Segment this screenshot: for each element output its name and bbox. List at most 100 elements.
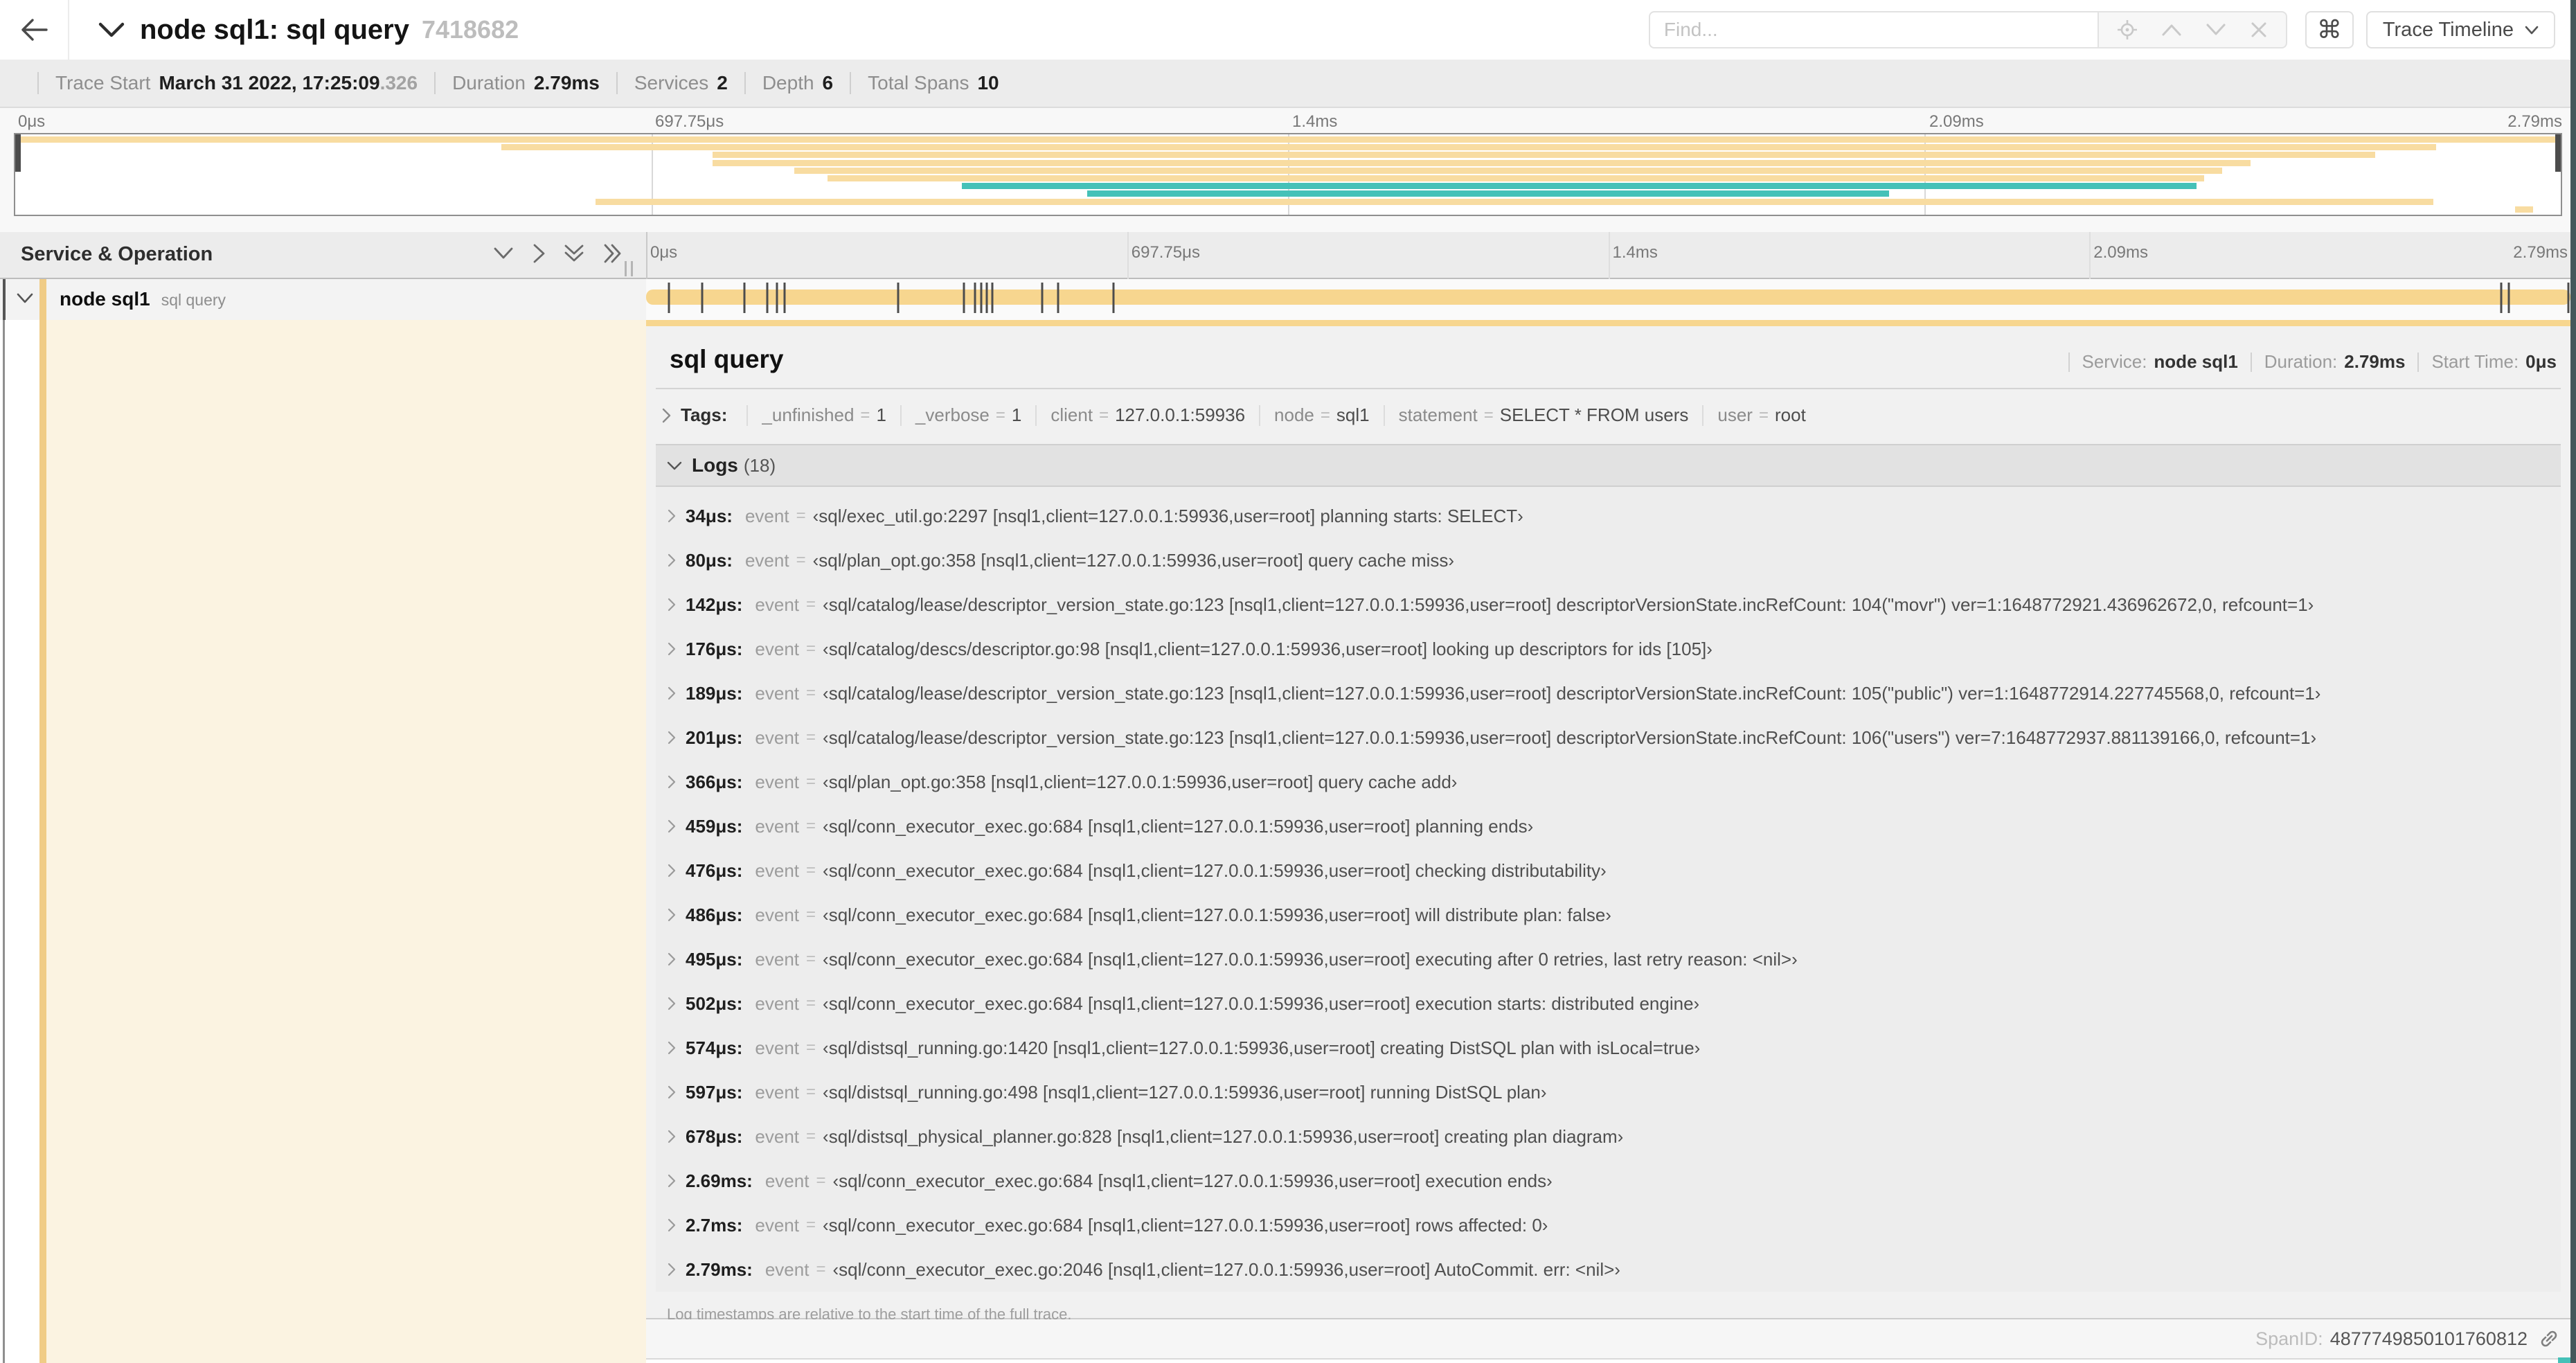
span-duration-bar[interactable]: [646, 289, 2570, 305]
minimap-span-bar: [1086, 190, 1889, 197]
summary-value: 10: [977, 72, 999, 93]
chevron-right-icon: [667, 731, 676, 745]
log-entry-row[interactable]: 2.79ms: event = ‹sql/conn_executor_exec.…: [656, 1247, 2561, 1292]
minimap-canvas[interactable]: [14, 133, 2562, 216]
prev-match-icon[interactable]: [2161, 23, 2182, 37]
tags-row[interactable]: Tags: _unfinished = 1 _verbose = 1 clien…: [656, 404, 2561, 426]
log-event-mark[interactable]: [985, 283, 988, 313]
log-event-mark[interactable]: [2507, 283, 2510, 313]
divider: [1702, 404, 1704, 426]
log-event-mark[interactable]: [1041, 283, 1044, 313]
minimap-time-labels: 0μs 697.75μs 1.4ms 2.09ms 2.79ms: [14, 112, 2562, 132]
trace-summary-item: Trace Start March 31 2022, 17:25:09 .326: [21, 72, 418, 94]
span-color-accent: [39, 320, 46, 1363]
log-event-mark[interactable]: [974, 283, 976, 313]
log-event-mark[interactable]: [2567, 283, 2570, 313]
equals-sign: =: [806, 1083, 816, 1101]
minimap-span-bar: [596, 198, 2434, 205]
log-field-value: ‹sql/catalog/lease/descriptor_version_st…: [823, 594, 2314, 615]
meta-item: Start Time: 0μs: [2405, 351, 2557, 373]
column-resize-grip[interactable]: [625, 261, 633, 276]
log-event-mark[interactable]: [743, 283, 746, 313]
log-timestamp: 176μs:: [686, 638, 743, 659]
log-entry-row[interactable]: 80μs: event = ‹sql/plan_opt.go:358 [nsql…: [656, 538, 2561, 582]
log-entry-row[interactable]: 2.69ms: event = ‹sql/conn_executor_exec.…: [656, 1159, 2561, 1203]
log-entry-row[interactable]: 486μs: event = ‹sql/conn_executor_exec.g…: [656, 893, 2561, 937]
log-entry-row[interactable]: 597μs: event = ‹sql/distsql_running.go:4…: [656, 1070, 2561, 1114]
meta-value: 2.79ms: [2344, 351, 2406, 372]
log-field-key: event: [755, 727, 800, 748]
log-entry-row[interactable]: 678μs: event = ‹sql/distsql_physical_pla…: [656, 1114, 2561, 1159]
log-event-mark[interactable]: [701, 283, 704, 313]
log-field-value: ‹sql/distsql_running.go:498 [nsql1,clien…: [823, 1081, 1547, 1103]
log-entry-row[interactable]: 476μs: event = ‹sql/conn_executor_exec.g…: [656, 848, 2561, 893]
divider: [900, 404, 902, 426]
span-id-row: SpanID: 4877749850101760812: [646, 1319, 2570, 1360]
log-entry-row[interactable]: 574μs: event = ‹sql/distsql_running.go:1…: [656, 1026, 2561, 1070]
log-field-value: ‹sql/catalog/lease/descriptor_version_st…: [823, 682, 2321, 704]
span-name-cell[interactable]: node sql1 sql query: [0, 279, 646, 320]
logs-header[interactable]: Logs (18): [656, 445, 2561, 487]
locate-icon[interactable]: [2117, 19, 2138, 40]
log-event-mark[interactable]: [991, 283, 994, 313]
log-event-mark[interactable]: [2500, 283, 2503, 313]
log-timestamp: 142μs:: [686, 594, 743, 615]
log-entry-row[interactable]: 502μs: event = ‹sql/conn_executor_exec.g…: [656, 981, 2561, 1026]
tag-value: sql1: [1336, 404, 1370, 425]
log-entry-row[interactable]: 366μs: event = ‹sql/plan_opt.go:358 [nsq…: [656, 760, 2561, 804]
expand-one-icon[interactable]: [532, 243, 546, 264]
collapse-one-icon[interactable]: [493, 247, 514, 260]
span-service-name: node sql1 sql query: [60, 288, 226, 310]
meta-value: node sql1: [2154, 351, 2238, 372]
span-bar-cell[interactable]: [646, 279, 2570, 320]
log-field-value: ‹sql/distsql_physical_planner.go:828 [ns…: [823, 1125, 1624, 1147]
equals-sign: =: [1758, 405, 1769, 425]
deep-link-icon[interactable]: [2539, 1328, 2559, 1349]
viewport-scrubber-right[interactable]: [2555, 134, 2561, 172]
log-timestamp: 366μs:: [686, 771, 743, 792]
page-edge-scrollbar[interactable]: [2570, 0, 2576, 1363]
equals-sign: =: [806, 772, 816, 791]
page-header: node sql1: sql query 7418682 ⌘: [0, 0, 2570, 60]
log-entry-row[interactable]: 34μs: event = ‹sql/exec_util.go:2297 [ns…: [656, 494, 2561, 538]
log-entry-row[interactable]: 201μs: event = ‹sql/catalog/lease/descri…: [656, 715, 2561, 760]
log-entry-row[interactable]: 142μs: event = ‹sql/catalog/lease/descri…: [656, 582, 2561, 627]
back-button[interactable]: [0, 0, 69, 60]
log-entry-row[interactable]: 2.7ms: event = ‹sql/conn_executor_exec.g…: [656, 1203, 2561, 1247]
log-event-mark[interactable]: [1057, 283, 1059, 313]
trace-view-selector[interactable]: Trace Timeline: [2365, 11, 2555, 48]
trace-summary-item: Services 2: [600, 72, 728, 94]
viewport-scrubber-left[interactable]: [15, 134, 21, 172]
tag-key: node: [1274, 404, 1314, 425]
collapse-trace-header-button[interactable]: [98, 21, 125, 38]
trace-summary-item: Depth 6: [728, 72, 833, 94]
trace-summary-item: Duration 2.79ms: [418, 72, 600, 94]
next-match-icon[interactable]: [2206, 23, 2226, 37]
minimap-time-label: 0μs: [18, 112, 46, 131]
log-timestamp: 201μs:: [686, 727, 743, 748]
clear-find-icon[interactable]: [2250, 21, 2268, 39]
log-field-value: ‹sql/conn_executor_exec.go:684 [nsql1,cl…: [823, 904, 1611, 925]
log-event-mark[interactable]: [766, 283, 769, 313]
log-field-key: event: [755, 771, 800, 792]
log-field-key: event: [755, 1037, 800, 1058]
log-entry-row[interactable]: 495μs: event = ‹sql/conn_executor_exec.g…: [656, 937, 2561, 981]
log-entry-row[interactable]: 189μs: event = ‹sql/catalog/lease/descri…: [656, 671, 2561, 715]
log-entry-row[interactable]: 459μs: event = ‹sql/conn_executor_exec.g…: [656, 804, 2561, 848]
log-event-mark[interactable]: [897, 283, 900, 313]
minimap-span-bar: [713, 159, 2251, 166]
log-event-mark[interactable]: [776, 283, 778, 313]
collapse-all-icon[interactable]: [564, 243, 584, 264]
find-input[interactable]: [1648, 11, 2098, 48]
divider: [1383, 404, 1385, 426]
log-event-mark[interactable]: [1112, 283, 1115, 313]
expand-all-icon[interactable]: [602, 243, 623, 264]
log-timestamp: 476μs:: [686, 859, 743, 881]
chevron-down-icon[interactable]: [17, 293, 33, 304]
log-event-mark[interactable]: [783, 283, 786, 313]
log-event-mark[interactable]: [668, 283, 670, 313]
keyboard-shortcuts-button[interactable]: ⌘: [2305, 11, 2354, 48]
log-event-mark[interactable]: [963, 283, 965, 313]
log-event-mark[interactable]: [980, 283, 983, 313]
log-entry-row[interactable]: 176μs: event = ‹sql/catalog/descs/descri…: [656, 627, 2561, 671]
